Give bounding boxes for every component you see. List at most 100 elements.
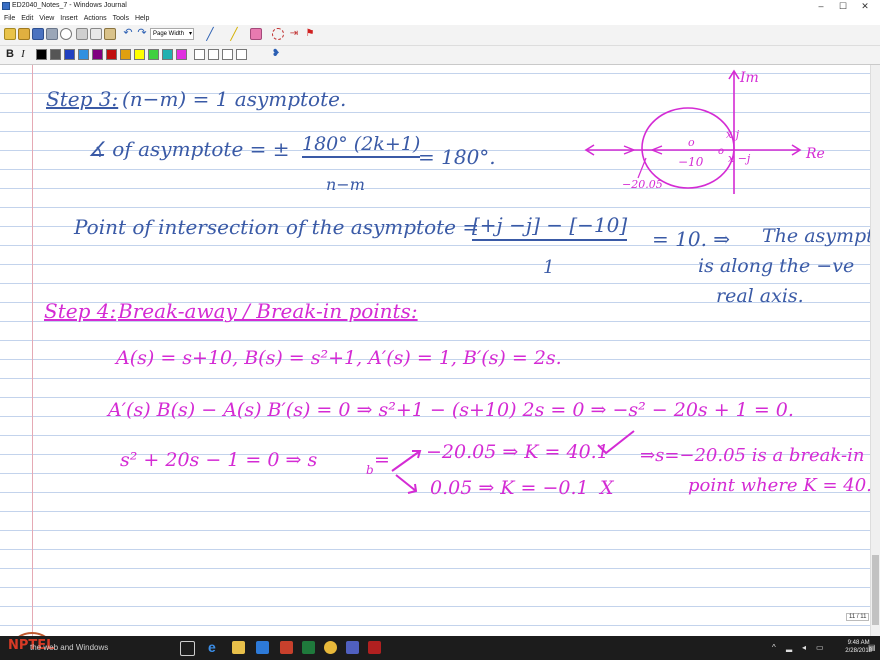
maximize-button[interactable]: ☐: [832, 0, 854, 13]
color-swatch[interactable]: [64, 49, 75, 60]
scrollbar-thumb[interactable]: [872, 555, 879, 625]
poi-comment-3: real axis.: [716, 285, 804, 307]
standard-toolbar: ↶ ↷ Page Width ▾ ╱ ╱ ⇥ ⚑: [0, 25, 880, 46]
cut-icon[interactable]: [76, 28, 88, 40]
network-icon[interactable]: ▂: [786, 643, 792, 652]
insert-space-icon[interactable]: ⇥: [288, 28, 300, 40]
windows-taskbar: NPTEL the web and Windows e ^ ▂ ◂ ▭ 9:48…: [0, 636, 880, 660]
root-locus-sketch: Im Re o −10 x j x −j o −20.05: [584, 69, 825, 194]
taskbar-search[interactable]: the web and Windows: [30, 643, 108, 652]
re-axis-label: Re: [805, 146, 825, 162]
pdf-reader-icon[interactable]: [368, 641, 381, 654]
zero-marker-label: o: [688, 136, 695, 149]
menu-tools[interactable]: Tools: [113, 13, 129, 24]
volume-icon[interactable]: ◂: [802, 643, 806, 652]
angle-denominator: n−m: [326, 175, 365, 194]
italic-button[interactable]: I: [17, 48, 29, 60]
eraser-icon[interactable]: [250, 28, 262, 40]
format-toolbar: B I ❥: [0, 46, 880, 65]
store-icon[interactable]: [256, 641, 269, 654]
close-button[interactable]: ✕: [854, 0, 876, 13]
copy-icon[interactable]: [90, 28, 102, 40]
eq-condition: A′(s) B(s) − A(s) B′(s) = 0 ⇒ s²+1 − (s+…: [108, 399, 794, 421]
poi-comment-2: is along the −ve: [698, 255, 855, 277]
angle-result: = 180°.: [418, 145, 496, 169]
pole-minus-j-label: x −j: [728, 152, 751, 165]
file-explorer-icon[interactable]: [232, 641, 245, 654]
window-controls: – ☐ ✕: [810, 0, 876, 13]
pole-j-label: x j: [726, 128, 740, 141]
paste-icon[interactable]: [104, 28, 116, 40]
step4-label: Step 4:: [44, 299, 117, 323]
color-swatch[interactable]: [208, 49, 219, 60]
show-hidden-icons-icon[interactable]: ^: [772, 643, 776, 652]
open-folder-icon[interactable]: [18, 28, 30, 40]
undo-icon[interactable]: ↶: [122, 28, 134, 40]
bold-button[interactable]: B: [4, 48, 16, 60]
root-2: 0.05 ⇒ K = −0.1: [430, 477, 589, 499]
menu-actions[interactable]: Actions: [84, 13, 107, 24]
color-swatch[interactable]: [176, 49, 187, 60]
color-swatch[interactable]: [134, 49, 145, 60]
edge-browser-icon[interactable]: e: [208, 640, 221, 654]
color-swatch[interactable]: [222, 49, 233, 60]
poi-lhs: Point of intersection of the asymptote =: [74, 215, 480, 239]
im-axis-label: Im: [739, 70, 759, 86]
breakin-pointer: [637, 157, 647, 179]
save-icon[interactable]: [32, 28, 44, 40]
step3-label: Step 3:: [46, 87, 119, 111]
minimize-button[interactable]: –: [810, 0, 832, 13]
color-swatch[interactable]: [162, 49, 173, 60]
flag-icon[interactable]: ⚑: [304, 28, 316, 40]
angle-lhs: ∡ of asymptote = ±: [88, 137, 290, 161]
page-indicator: 11 / 11: [846, 613, 870, 621]
minus10-label: −10: [678, 155, 704, 169]
color-swatch[interactable]: [92, 49, 103, 60]
eq-quadratic: s² + 20s − 1 = 0 ⇒ s: [120, 449, 318, 471]
step4-title: Break-away / Break-in points:: [118, 299, 418, 323]
powerpoint-icon[interactable]: [280, 641, 293, 654]
zoom-select-label: Page Width: [153, 31, 185, 37]
keyboard-icon[interactable]: ▭: [816, 643, 824, 652]
poi-comment-1: The asymptote: [762, 225, 870, 247]
zoom-select[interactable]: Page Width ▾: [150, 28, 194, 40]
menu-insert[interactable]: Insert: [60, 13, 78, 24]
redo-icon[interactable]: ↷: [136, 28, 148, 40]
notifications-icon[interactable]: ▤: [868, 643, 876, 652]
color-swatch[interactable]: [236, 49, 247, 60]
task-view-icon[interactable]: [180, 641, 195, 656]
excel-icon[interactable]: [302, 641, 315, 654]
conclusion-1: ⇒s=−20.05 is a break-in: [640, 445, 865, 466]
lasso-select-icon[interactable]: [272, 28, 284, 40]
eq-subscript: b: [366, 463, 374, 477]
menu-edit[interactable]: Edit: [21, 13, 33, 24]
color-swatch[interactable]: [120, 49, 131, 60]
format-ink-icon[interactable]: ❥: [270, 48, 282, 60]
color-swatch[interactable]: [78, 49, 89, 60]
root-branch-arrows: [391, 450, 422, 494]
menu-help[interactable]: Help: [135, 13, 149, 24]
chrome-icon[interactable]: [324, 641, 337, 654]
step3-text: (n−m) = 1 asymptote.: [122, 87, 347, 111]
color-swatch[interactable]: [106, 49, 117, 60]
angle-numerator: 180° (2k+1): [302, 133, 421, 158]
origin-label: o: [718, 146, 724, 157]
reject-mark: X: [600, 477, 614, 499]
color-swatch[interactable]: [36, 49, 47, 60]
title-bar: ED2040_Notes_7 - Windows Journal – ☐ ✕: [0, 0, 880, 13]
color-swatch[interactable]: [194, 49, 205, 60]
pen-icon[interactable]: ╱: [204, 28, 216, 40]
eq-equals: =: [374, 449, 390, 471]
highlighter-icon[interactable]: ╱: [228, 28, 240, 40]
menu-file[interactable]: File: [4, 13, 15, 24]
search-icon[interactable]: [60, 28, 72, 40]
print-icon[interactable]: [46, 28, 58, 40]
menu-view[interactable]: View: [39, 13, 54, 24]
eq-definitions: A(s) = s+10, B(s) = s²+1, A′(s) = 1, B′(…: [116, 347, 562, 369]
page-margin-line: [32, 65, 33, 636]
new-note-icon[interactable]: [4, 28, 16, 40]
color-swatch[interactable]: [148, 49, 159, 60]
color-swatch[interactable]: [50, 49, 61, 60]
vertical-scrollbar[interactable]: [870, 65, 880, 636]
journal-taskbar-icon[interactable]: [346, 641, 359, 654]
